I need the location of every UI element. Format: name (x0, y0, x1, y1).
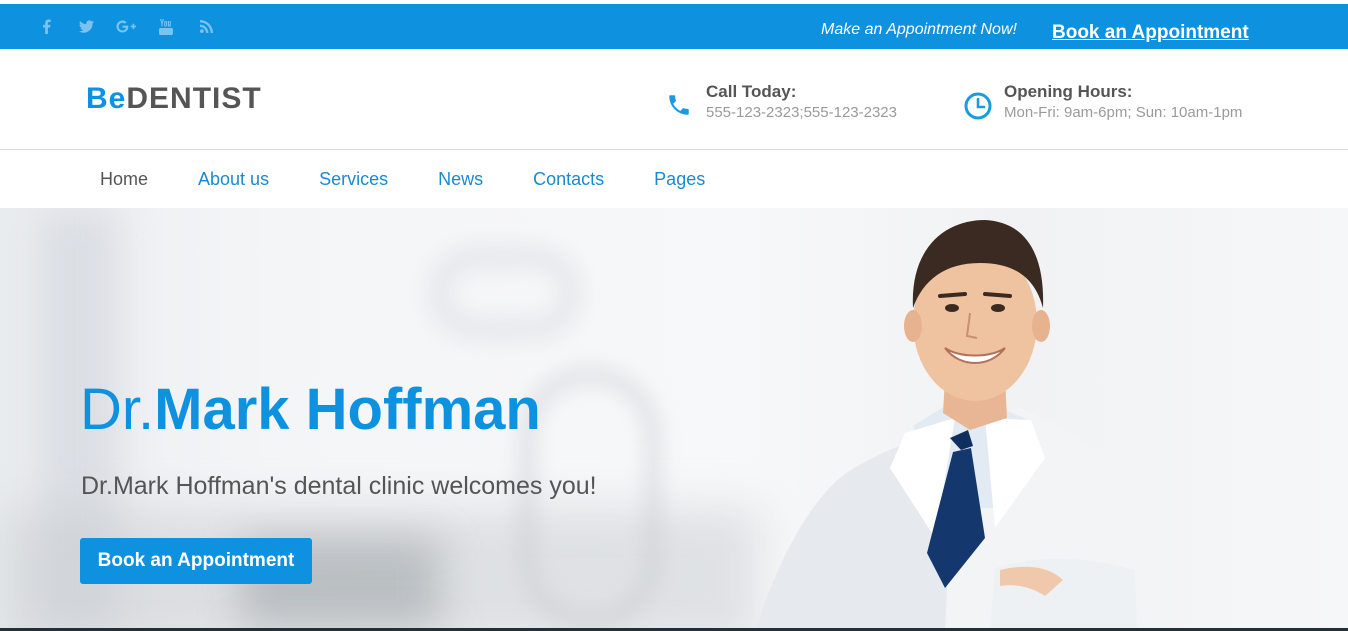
background-blur (430, 248, 580, 338)
site-header: BeDENTIST Call Today: 555-123-2323;555-1… (0, 49, 1348, 150)
logo[interactable]: BeDENTIST (86, 82, 262, 116)
hero-title: Dr.Mark Hoffman (80, 376, 541, 444)
hero-banner: Dr.Mark Hoffman Dr.Mark Hoffman's dental… (0, 208, 1348, 631)
nav-item-home[interactable]: Home (100, 169, 148, 190)
hours-value: Mon-Fri: 9am-6pm; Sun: 10am-1pm (1004, 104, 1243, 121)
nav-item-pages[interactable]: Pages (654, 169, 705, 190)
hero-title-prefix: Dr. (80, 377, 155, 442)
call-title: Call Today: (706, 82, 797, 101)
call-info: Call Today: 555-123-2323;555-123-2323 (666, 82, 897, 124)
main-nav: Home About us Services News Contacts Pag… (0, 151, 1348, 208)
nav-item-contacts[interactable]: Contacts (533, 169, 604, 190)
nav-item-services[interactable]: Services (319, 169, 388, 190)
nav-item-about-us[interactable]: About us (198, 169, 269, 190)
nav-item-news[interactable]: News (438, 169, 483, 190)
logo-dentist: DENTIST (126, 82, 262, 115)
hours-title: Opening Hours: (1004, 82, 1133, 101)
rss-icon[interactable] (186, 4, 226, 49)
facebook-icon[interactable] (26, 4, 66, 49)
appointment-prompt: Make an Appointment Now! (821, 21, 1017, 38)
phone-icon (666, 82, 706, 124)
call-numbers: 555-123-2323;555-123-2323 (706, 104, 897, 121)
clock-icon (964, 82, 1004, 124)
hero-subtitle: Dr.Mark Hoffman's dental clinic welcomes… (81, 472, 597, 500)
hours-info: Opening Hours: Mon-Fri: 9am-6pm; Sun: 10… (964, 82, 1242, 124)
twitter-icon[interactable] (66, 4, 106, 49)
youtube-icon[interactable] (146, 4, 186, 49)
doctor-photo (755, 220, 1138, 631)
google-plus-icon[interactable] (106, 4, 146, 49)
logo-be: Be (86, 82, 127, 115)
top-bar: Make an Appointment Now! Book an Appoint… (0, 4, 1348, 49)
book-appointment-link[interactable]: Book an Appointment (1052, 22, 1249, 44)
hero-title-name: Mark Hoffman (154, 377, 541, 442)
book-appointment-button[interactable]: Book an Appointment (80, 538, 312, 584)
social-links (26, 4, 226, 49)
